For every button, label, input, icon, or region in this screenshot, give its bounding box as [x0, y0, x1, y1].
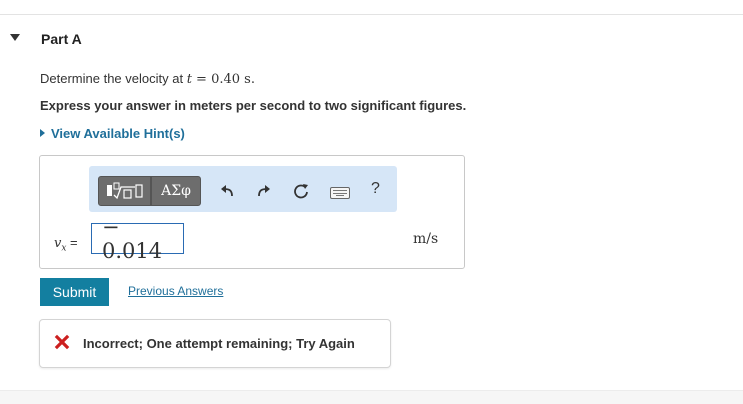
feedback-message: Incorrect; One attempt remaining; Try Ag…: [83, 336, 355, 351]
answer-instruction: Express your answer in meters per second…: [40, 98, 467, 113]
view-hints-label: View Available Hint(s): [51, 126, 185, 141]
expand-caret-icon: [40, 129, 45, 137]
undo-icon: [221, 185, 233, 197]
answer-box: ΑΣφ ? vx = − 0.014 m/s: [39, 155, 465, 269]
question-text: Determine the velocity at t = 0.40 s.: [40, 71, 255, 87]
undo-button[interactable]: [217, 182, 237, 200]
templates-button[interactable]: [98, 176, 151, 206]
equals-sign: =: [66, 235, 78, 250]
symbols-button[interactable]: ΑΣφ: [151, 176, 201, 206]
math-toolbar: ΑΣφ ?: [89, 166, 397, 212]
answer-value: − 0.014: [102, 214, 163, 263]
redo-icon: [258, 185, 270, 197]
feedback-box: Incorrect; One attempt remaining; Try Ag…: [39, 319, 391, 368]
question-prefix: Determine the velocity at: [40, 71, 187, 86]
question-equation: = 0.40 s.: [191, 72, 255, 87]
help-button[interactable]: ?: [371, 180, 380, 198]
page-footer-strip: [0, 390, 743, 404]
answer-variable-label: vx =: [54, 235, 78, 254]
units-label: m/s: [413, 231, 439, 247]
incorrect-x-icon: [54, 334, 70, 350]
part-title: Part A: [41, 31, 82, 47]
submit-button[interactable]: Submit: [40, 278, 109, 306]
keyboard-icon[interactable]: [330, 187, 350, 199]
collapse-caret-icon[interactable]: [10, 34, 20, 41]
reset-button[interactable]: [291, 182, 311, 200]
part-header[interactable]: Part A: [0, 15, 743, 62]
redo-button[interactable]: [254, 182, 274, 200]
reset-icon: [294, 184, 308, 199]
fraction-root-template-icon: [106, 182, 143, 200]
view-hints-link[interactable]: View Available Hint(s): [40, 126, 185, 141]
previous-answers-link[interactable]: Previous Answers: [128, 284, 223, 298]
answer-input[interactable]: − 0.014: [91, 215, 184, 263]
